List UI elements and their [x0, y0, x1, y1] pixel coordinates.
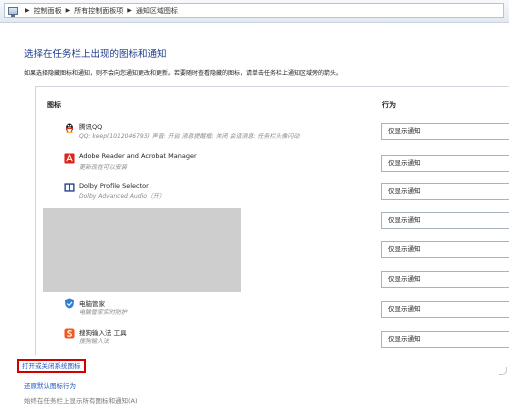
qq-penguin-icon — [66, 123, 73, 133]
behavior-select-value: 仅显示通知 — [388, 216, 421, 224]
app-name-adobe: Adobe Reader and Acrobat Manager — [79, 152, 197, 160]
page-title: 选择在任务栏上出现的图标和通知 — [24, 49, 167, 60]
breadcrumb-arrow-icon[interactable]: ▶ — [127, 7, 132, 14]
breadcrumb-item-control-panel[interactable]: 控制面板 — [34, 6, 62, 16]
behavior-select-qq[interactable]: 仅显示通知 — [381, 123, 509, 140]
column-header-behavior: 行为 — [382, 101, 396, 109]
breadcrumb-arrow-icon[interactable]: ▶ — [25, 7, 30, 14]
redacted-area — [43, 208, 241, 292]
app-name-qq: 腾讯QQ — [79, 123, 103, 131]
control-panel-icon — [8, 6, 18, 17]
adobe-icon — [64, 153, 75, 164]
behavior-select-dolby[interactable]: 仅显示通知 — [381, 183, 509, 200]
app-status-qq: QQ: keep(1012046793) 声音: 开启 消息提醒框: 关闭 会话… — [79, 133, 300, 140]
icon-list-panel: 图标 行为 腾讯QQ QQ: keep(1012046793) 声音: 开启 消… — [35, 86, 509, 355]
behavior-select-sogou[interactable]: 仅显示通知 — [381, 331, 509, 348]
app-status-dolby: Dolby Advanced Audio（开） — [79, 193, 165, 200]
breadcrumb[interactable]: ▶ 控制面板 ▶ 所有控制面板项 ▶ 通知区域图标 — [4, 3, 504, 18]
breadcrumb-arrow-icon[interactable]: ▶ — [66, 7, 71, 14]
breadcrumb-item-all-items[interactable]: 所有控制面板项 — [74, 6, 123, 16]
behavior-select-value: 仅显示通知 — [388, 187, 421, 195]
behavior-select-value: 仅显示通知 — [388, 127, 421, 135]
behavior-select-pc-manager[interactable]: 仅显示通知 — [381, 301, 509, 318]
dolby-icon — [64, 183, 75, 192]
sogou-icon — [64, 328, 75, 339]
breadcrumb-item-notification-icons[interactable]: 通知区域图标 — [136, 6, 178, 16]
column-header-icon: 图标 — [47, 101, 61, 109]
behavior-select-value: 仅显示通知 — [388, 305, 421, 313]
app-status-pc-manager: 电脑管家实时防护 — [79, 309, 128, 316]
app-status-adobe: 更新现在可以安装 — [79, 164, 128, 171]
toggle-system-icons-link[interactable]: 打开或关闭系统图标 — [17, 359, 86, 373]
page-description: 如果选择隐藏图标和通知，则不会向您通知更改和更新。若要随时查看隐藏的图标，请单击… — [24, 70, 343, 77]
restore-default-behavior-link[interactable]: 还原默认图标行为 — [24, 380, 76, 390]
panel-scroll-corner — [499, 367, 507, 375]
behavior-select-value: 仅显示通知 — [388, 275, 421, 283]
behavior-select-adobe[interactable]: 仅显示通知 — [381, 155, 509, 172]
always-show-all-icons-checkbox-label[interactable]: 始终在任务栏上显示所有图标和通知(A) — [24, 395, 138, 405]
behavior-select-value: 仅显示通知 — [388, 159, 421, 167]
app-name-dolby: Dolby Profile Selector — [79, 182, 149, 190]
behavior-select-redacted-3[interactable]: 仅显示通知 — [381, 271, 509, 288]
behavior-select-value: 仅显示通知 — [388, 335, 421, 343]
pc-manager-shield-icon — [64, 298, 75, 309]
behavior-select-value: 仅显示通知 — [388, 245, 421, 253]
app-status-sogou: 搜狗输入法 — [79, 338, 110, 345]
address-bar: ▶ 控制面板 ▶ 所有控制面板项 ▶ 通知区域图标 — [0, 0, 509, 23]
behavior-select-redacted-2[interactable]: 仅显示通知 — [381, 241, 509, 258]
behavior-select-redacted-1[interactable]: 仅显示通知 — [381, 212, 509, 229]
